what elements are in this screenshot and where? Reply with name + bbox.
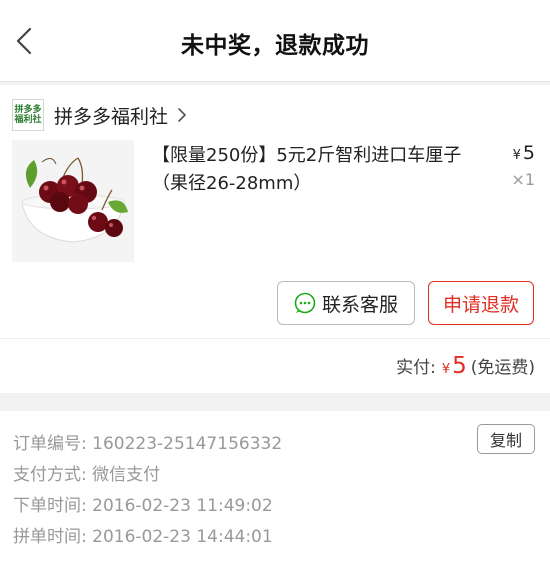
apply-refund-button[interactable]: 申请退款: [428, 281, 534, 325]
product-price: ¥5: [513, 142, 535, 164]
paid-amount: 5: [452, 353, 467, 379]
order-card: 拼多多 福利社 拼多多福利社 【限量250份】5元2斤智利进口车厘子（果径26-…: [0, 85, 550, 393]
contact-service-label: 联系客服: [321, 293, 398, 316]
shop-logo-line2: 福利社: [14, 115, 42, 125]
product-title[interactable]: 【限量250份】5元2斤智利进口车厘子（果径26-28mm）: [152, 142, 492, 198]
shop-logo-line1: 拼多多: [14, 105, 42, 115]
shop-name: 拼多多福利社: [54, 105, 169, 128]
order-number-row: 订单编号: 160223-25147156332: [13, 429, 282, 454]
product-quantity: ×1: [511, 170, 535, 189]
shop-logo: 拼多多 福利社: [12, 99, 44, 131]
paid-symbol: ¥: [441, 362, 451, 377]
chat-bubble-icon: [294, 292, 316, 314]
payment-method-label: 支付方式:: [13, 465, 87, 485]
price-symbol: ¥: [512, 148, 521, 163]
shop-link[interactable]: 拼多多 福利社 拼多多福利社: [12, 97, 190, 133]
paid-label: 实付:: [396, 358, 436, 378]
shipping-note: (免运费): [470, 358, 535, 378]
group-time-value: 2016-02-23 14:44:01: [92, 527, 273, 547]
nav-bar: 未中奖，退款成功: [0, 0, 550, 82]
copy-button[interactable]: 复制: [477, 424, 535, 454]
product-image[interactable]: [12, 140, 134, 262]
contact-service-button[interactable]: 联系客服: [277, 281, 415, 325]
chevron-right-icon: [178, 108, 186, 122]
order-time-row: 下单时间: 2016-02-23 11:49:02: [13, 491, 273, 516]
payment-method-row: 支付方式: 微信支付: [13, 460, 160, 485]
group-time-row: 拼单时间: 2016-02-23 14:44:01: [13, 522, 273, 547]
order-info: 订单编号: 160223-25147156332 复制 支付方式: 微信支付 下…: [0, 411, 550, 564]
cherries-image: [12, 140, 134, 262]
group-time-label: 拼单时间:: [13, 527, 87, 547]
price-value: 5: [522, 142, 535, 164]
order-time-value: 2016-02-23 11:49:02: [92, 496, 273, 516]
order-number-value: 160223-25147156332: [92, 434, 283, 454]
payment-method-value: 微信支付: [92, 465, 161, 485]
payment-summary: 实付: ¥ 5 (免运费): [396, 353, 535, 379]
order-time-label: 下单时间:: [13, 496, 87, 516]
divider: [0, 338, 550, 339]
page-title: 未中奖，退款成功: [181, 33, 369, 59]
order-number-label: 订单编号:: [13, 434, 87, 454]
apply-refund-label: 申请退款: [442, 293, 519, 316]
